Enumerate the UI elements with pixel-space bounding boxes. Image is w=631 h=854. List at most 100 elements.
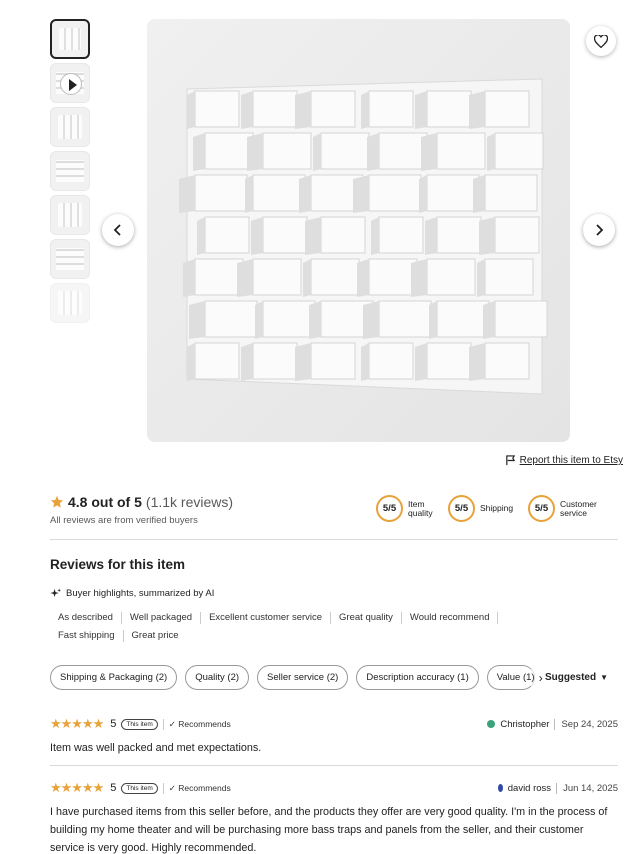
- score-customer-service: 5/5 Customer service: [528, 495, 600, 522]
- diffuser-block: [310, 342, 356, 380]
- filter-shipping[interactable]: Shipping & Packaging (2): [50, 665, 178, 690]
- flag-icon: [505, 455, 515, 466]
- rating-summary: 4.8 out of 5 (1.1k reviews) All reviews …: [50, 494, 233, 526]
- diffuser-block: [368, 174, 422, 212]
- diffuser-block: [436, 216, 482, 254]
- diffuser-block: [204, 300, 258, 338]
- diffuser-block: [484, 90, 530, 128]
- diffuser-block: [426, 174, 480, 212]
- diffuser-block: [310, 90, 356, 128]
- star-rating: ★★★★★: [50, 716, 104, 731]
- review-date: Sep 24, 2025: [554, 718, 618, 730]
- recommends-label: ✓ Recommends: [162, 718, 231, 730]
- review-date: Jun 14, 2025: [556, 782, 618, 794]
- score-label: Shipping: [480, 503, 514, 513]
- play-icon: [60, 73, 82, 95]
- star-icon: [50, 495, 64, 508]
- filter-seller-service[interactable]: Seller service (2): [257, 665, 349, 690]
- diffuser-block-side: [411, 259, 427, 297]
- ai-summary-heading: Buyer highlights, summarized by AI: [50, 588, 214, 599]
- filter-quality[interactable]: Quality (2): [185, 665, 250, 690]
- highlight-list: As described Well packaged Excellent cus…: [58, 612, 578, 642]
- diffuser-block-side: [415, 343, 427, 381]
- diffuser-block-side: [189, 301, 205, 339]
- highlight-item: Would recommend: [410, 612, 499, 624]
- chevron-left-icon: [113, 224, 121, 236]
- review-item: ★★★★★ 5 This item ✓ Recommends david ros…: [50, 780, 618, 854]
- main-product-image: [147, 19, 570, 442]
- sparkle-icon: [50, 588, 61, 598]
- diffuser-block-side: [309, 301, 321, 339]
- divider: [50, 539, 618, 540]
- score-list: 5/5 Item quality 5/5 Shipping 5/5 Custom…: [376, 495, 600, 522]
- review-count[interactable]: (1.1k reviews): [146, 494, 233, 510]
- ai-summary-label: Buyer highlights, summarized by AI: [66, 588, 215, 599]
- reviewer-name[interactable]: Christopher: [500, 719, 549, 730]
- diffuser-block-side: [367, 133, 379, 171]
- diffuser-block: [378, 216, 424, 254]
- diffuser-block-side: [361, 91, 369, 129]
- diffuser-block: [368, 90, 414, 128]
- diffuser-block: [426, 342, 472, 380]
- diffuser-block: [494, 132, 544, 170]
- score-ring: 5/5: [528, 495, 555, 522]
- thumbnail-3[interactable]: [50, 107, 90, 147]
- review-text: I have purchased items from this seller …: [50, 806, 608, 854]
- diffuser-block-side: [179, 175, 195, 213]
- diffuser-block-side: [371, 217, 379, 255]
- score-item-quality: 5/5 Item quality: [376, 495, 438, 522]
- diffuser-block-side: [473, 175, 485, 213]
- sort-dropdown[interactable]: Suggested ▼: [545, 672, 608, 683]
- report-link[interactable]: Report this item to Etsy: [505, 455, 623, 466]
- diffuser-block-side: [313, 133, 321, 171]
- diffuser-block: [194, 342, 240, 380]
- star-rating: ★★★★★: [50, 780, 104, 795]
- diffuser-block: [262, 216, 308, 254]
- diffuser-block: [378, 300, 432, 338]
- heart-icon: [594, 34, 608, 48]
- diffuser-block: [252, 258, 302, 296]
- diffuser-block: [310, 258, 360, 296]
- diffuser-block-side: [241, 343, 253, 381]
- review-text: Item was well packed and met expectation…: [50, 742, 262, 754]
- reviewer-name[interactable]: david ross: [508, 783, 551, 794]
- filter-value[interactable]: Value (1): [486, 665, 535, 690]
- previous-image-button[interactable]: [102, 214, 134, 246]
- favorite-button[interactable]: [586, 26, 616, 56]
- thumbnail-video[interactable]: [50, 63, 90, 103]
- thumbnail-6[interactable]: [50, 239, 90, 279]
- diffuser-block-side: [187, 91, 195, 129]
- diffuser-block: [204, 216, 250, 254]
- next-image-button[interactable]: [583, 214, 615, 246]
- this-item-badge: This item: [121, 718, 158, 730]
- diffuser-block-side: [187, 343, 195, 381]
- diffuser-block-side: [357, 259, 369, 297]
- filter-description-accuracy[interactable]: Description accuracy (1): [356, 665, 479, 690]
- highlight-item: Well packaged: [130, 612, 202, 624]
- thumbnail-4[interactable]: [50, 151, 90, 191]
- avatar: [497, 784, 503, 792]
- highlight-item: As described: [58, 612, 122, 624]
- diffuser-block: [484, 342, 530, 380]
- diffuser-block-side: [237, 259, 253, 297]
- sort-label: Suggested: [544, 672, 597, 683]
- diffuser-block-side: [193, 133, 205, 171]
- diffuser-block-side: [479, 217, 495, 255]
- diffuser-block-side: [251, 217, 263, 255]
- chevron-right-icon[interactable]: ›: [539, 671, 543, 685]
- rating-number: 5: [110, 718, 117, 730]
- score-ring: 5/5: [448, 495, 475, 522]
- thumbnail-1[interactable]: [50, 19, 90, 59]
- diffuser-block-side: [483, 301, 495, 339]
- diffuser-block-side: [469, 91, 485, 129]
- diffuser-block: [426, 90, 472, 128]
- report-label: Report this item to Etsy: [519, 455, 623, 466]
- avatar: [487, 720, 496, 728]
- diffuser-block: [194, 258, 244, 296]
- diffuser-block: [194, 174, 248, 212]
- thumbnail-7[interactable]: [50, 283, 90, 323]
- diffuser-block: [252, 342, 298, 380]
- score-label: Item quality: [408, 498, 433, 518]
- thumbnail-5[interactable]: [50, 195, 90, 235]
- diffuser-block-side: [477, 259, 485, 297]
